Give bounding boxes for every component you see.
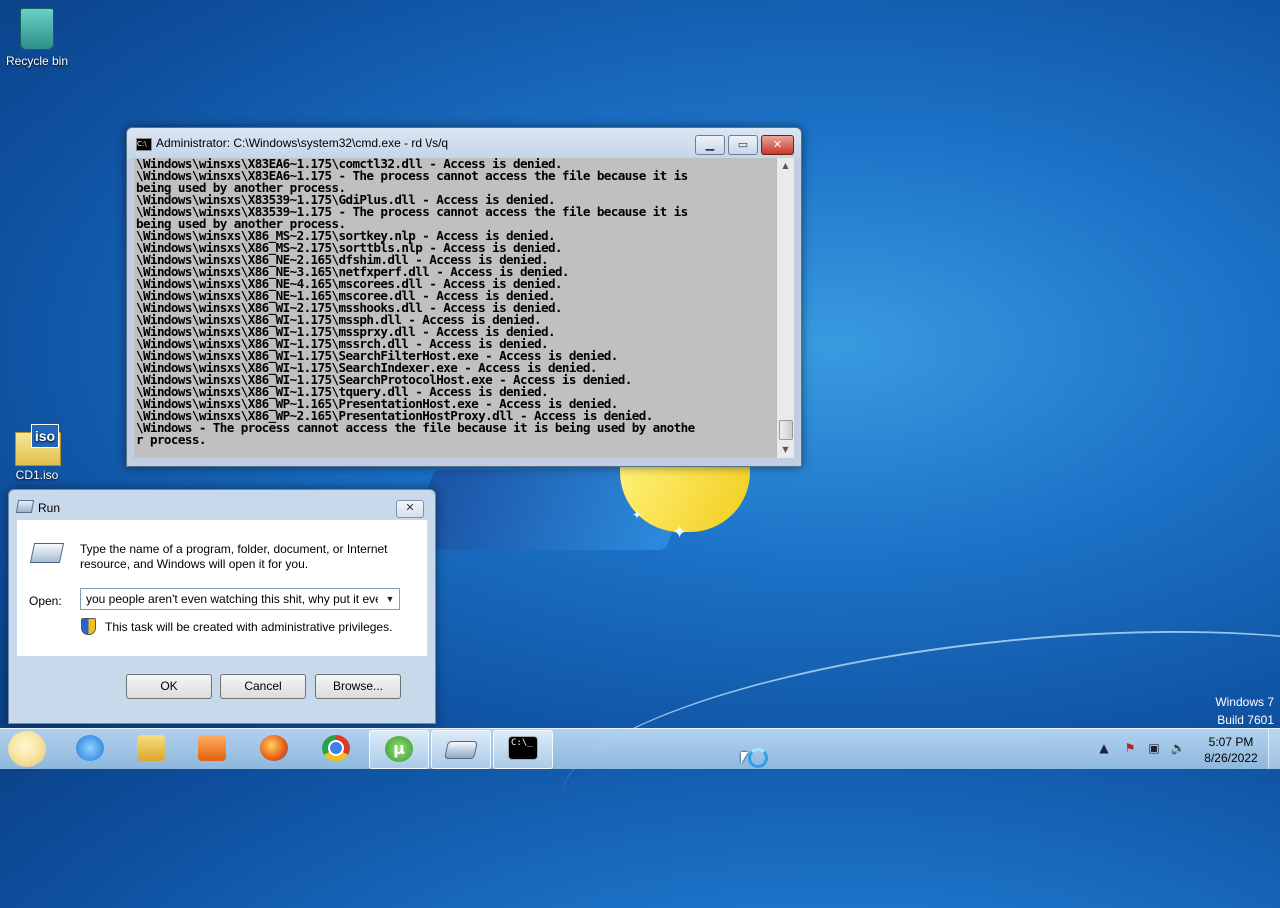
run-icon — [444, 741, 478, 759]
minimize-button[interactable]: ▁ — [695, 135, 725, 155]
clock-time: 5:07 PM — [1208, 735, 1254, 749]
wallpaper-blue-shape — [405, 470, 695, 550]
uac-shield-icon — [81, 618, 96, 635]
desktop-icon-label: Recycle bin — [5, 54, 69, 68]
volume-icon[interactable]: 🔈 — [1170, 741, 1186, 755]
scroll-up-arrow-icon[interactable]: ▲ — [777, 158, 794, 174]
show-hidden-icons-icon[interactable]: ▲ — [1096, 741, 1112, 755]
watermark-line1: Windows 7 — [1215, 695, 1274, 709]
admin-note: This task will be created with administr… — [105, 620, 393, 634]
run-titlebar[interactable]: Run ✕ — [9, 490, 435, 520]
maximize-button[interactable]: ▭ — [728, 135, 758, 155]
utorrent-icon: µ — [385, 736, 413, 762]
mouse-cursor-icon — [741, 752, 748, 764]
browse-button[interactable]: Browse... — [315, 674, 401, 699]
windows-explorer-icon — [137, 735, 165, 761]
action-center-flag-icon[interactable]: ⚑ — [1122, 741, 1138, 755]
clock-date: 8/26/2022 — [1204, 751, 1258, 765]
desktop-icon-label: CD1.iso — [15, 468, 59, 482]
taskbar-item-windows-explorer[interactable] — [122, 730, 180, 767]
cmd-scrollbar[interactable]: ▲ ▼ — [776, 158, 794, 458]
run-content: Type the name of a program, folder, docu… — [17, 520, 427, 656]
open-combobox[interactable]: you people aren't even watching this shi… — [80, 588, 400, 610]
scrollbar-thumb[interactable] — [779, 420, 793, 440]
cmd-output-line: r process. — [136, 432, 206, 447]
start-button[interactable] — [8, 731, 46, 767]
taskbar-item-media-player[interactable] — [183, 730, 241, 767]
desktop-icon-recycle-bin[interactable]: Recycle bin — [0, 8, 74, 68]
cmd-window[interactable]: C:\ Administrator: C:\Windows\system32\c… — [126, 127, 802, 467]
taskbar-item-cmd[interactable]: C:\_ — [493, 730, 553, 769]
cmd-output: \Windows\winsxs\X83EA6~1.175\comctl32.dl… — [136, 158, 776, 446]
run-description: Type the name of a program, folder, docu… — [80, 542, 388, 571]
cmd-output-line: \Windows - The process cannot access the… — [136, 420, 695, 435]
cmd-titlebar[interactable]: C:\ Administrator: C:\Windows\system32\c… — [127, 128, 801, 158]
show-desktop-button[interactable] — [1268, 729, 1280, 769]
open-input[interactable]: you people aren't even watching this shi… — [86, 592, 378, 606]
taskbar-item-chrome[interactable] — [307, 730, 365, 767]
run-icon — [29, 543, 65, 563]
taskbar: µ C:\_ ▲ ⚑ ▣ 🔈 5:07 PM 8/26/2022 — [0, 728, 1280, 769]
iso-file-icon: iso — [15, 424, 61, 466]
taskbar-item-internet-explorer[interactable] — [61, 730, 119, 767]
sparkle-icon: ✦ — [672, 522, 688, 543]
cmd-icon: C:\ — [136, 138, 152, 151]
cmd-icon: C:\_ — [508, 736, 538, 760]
media-player-icon — [198, 735, 226, 761]
run-icon — [15, 500, 35, 513]
taskbar-item-firefox[interactable] — [245, 730, 303, 767]
scroll-down-arrow-icon[interactable]: ▼ — [777, 442, 794, 458]
chevron-down-icon[interactable]: ▼ — [381, 589, 399, 609]
close-button[interactable]: ✕ — [396, 500, 424, 518]
internet-explorer-icon — [76, 735, 104, 761]
close-button[interactable]: ✕ — [761, 135, 794, 155]
taskbar-clock[interactable]: 5:07 PM 8/26/2022 — [1196, 734, 1266, 766]
ok-button[interactable]: OK — [126, 674, 212, 699]
recycle-bin-icon — [20, 8, 54, 50]
network-icon[interactable]: ▣ — [1146, 741, 1162, 755]
cancel-button[interactable]: Cancel — [220, 674, 306, 699]
taskbar-item-utorrent[interactable]: µ — [369, 730, 429, 769]
cmd-title: Administrator: C:\Windows\system32\cmd.e… — [156, 136, 449, 150]
taskbar-item-run[interactable] — [431, 730, 491, 769]
busy-indicator-icon — [748, 748, 768, 768]
open-label: Open: — [29, 594, 62, 608]
run-dialog[interactable]: Run ✕ Type the name of a program, folder… — [8, 489, 436, 724]
watermark-line2: Build 7601 — [1217, 713, 1274, 727]
run-title: Run — [38, 501, 61, 515]
windows-build-watermark: Windows 7 Build 7601 — [1215, 693, 1274, 729]
cmd-console[interactable]: \Windows\winsxs\X83EA6~1.175\comctl32.dl… — [134, 158, 794, 458]
chrome-icon — [322, 735, 350, 761]
sparkle-icon: ✦ — [632, 508, 643, 522]
desktop-icon-cd1-iso[interactable]: iso CD1.iso — [0, 424, 74, 482]
firefox-icon — [260, 735, 288, 761]
